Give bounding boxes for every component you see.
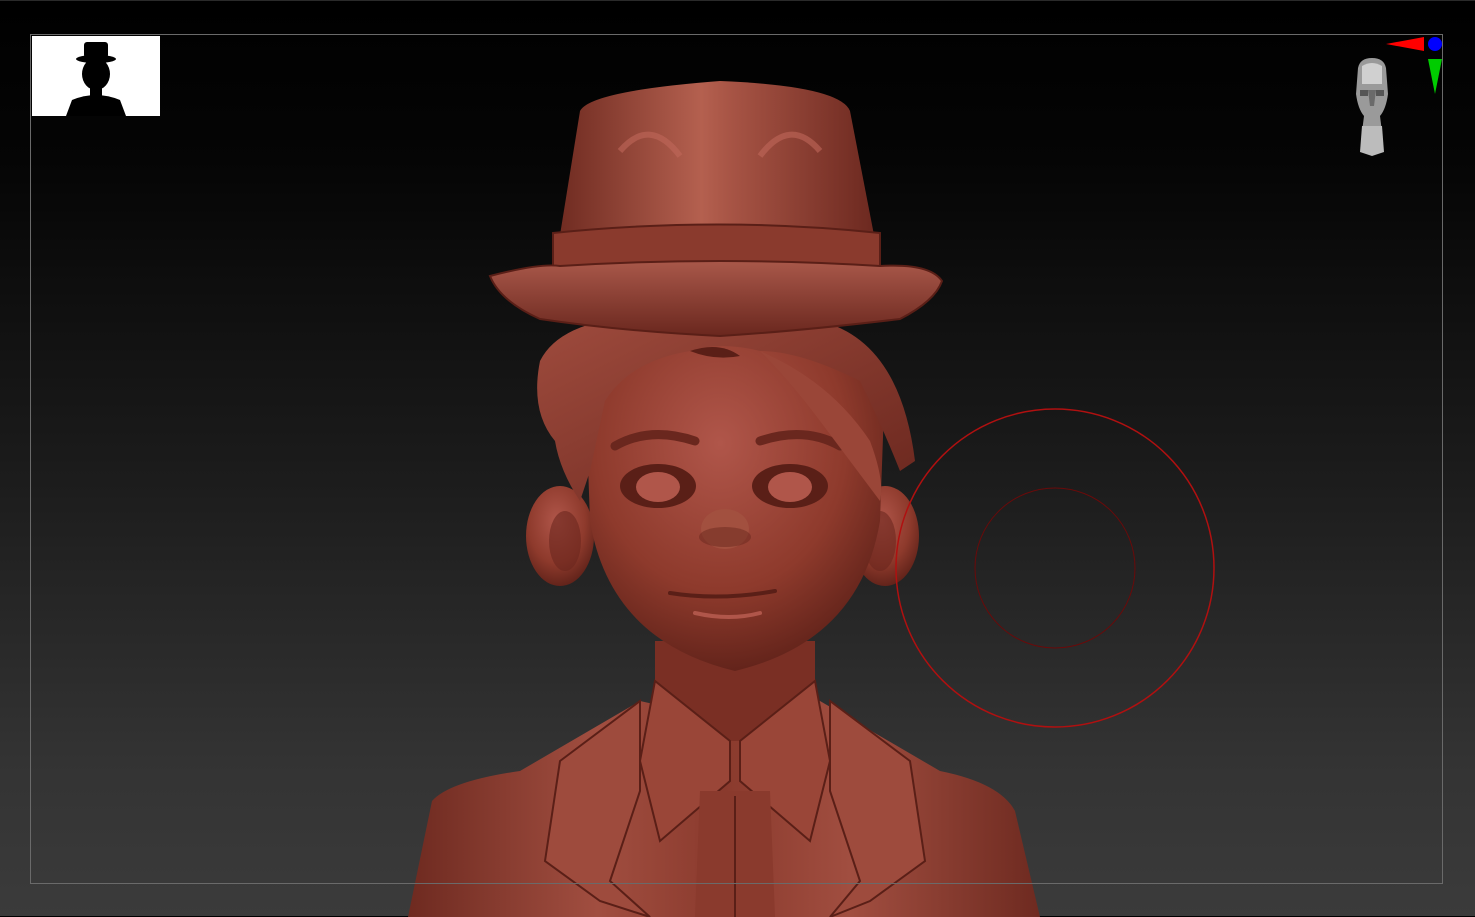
silhouette-preview[interactable] <box>32 36 160 116</box>
axis-x-arrow <box>1386 37 1424 51</box>
sculpt-model[interactable] <box>0 1 1475 917</box>
head-gizmo <box>1356 58 1388 156</box>
axis-z-dot <box>1428 37 1442 51</box>
silhouette-icon <box>66 42 126 116</box>
hat-brim <box>488 260 944 338</box>
canvas-viewport[interactable] <box>0 0 1475 917</box>
head-navigation-icon[interactable] <box>1340 34 1446 160</box>
axis-y-arrow <box>1428 59 1442 94</box>
